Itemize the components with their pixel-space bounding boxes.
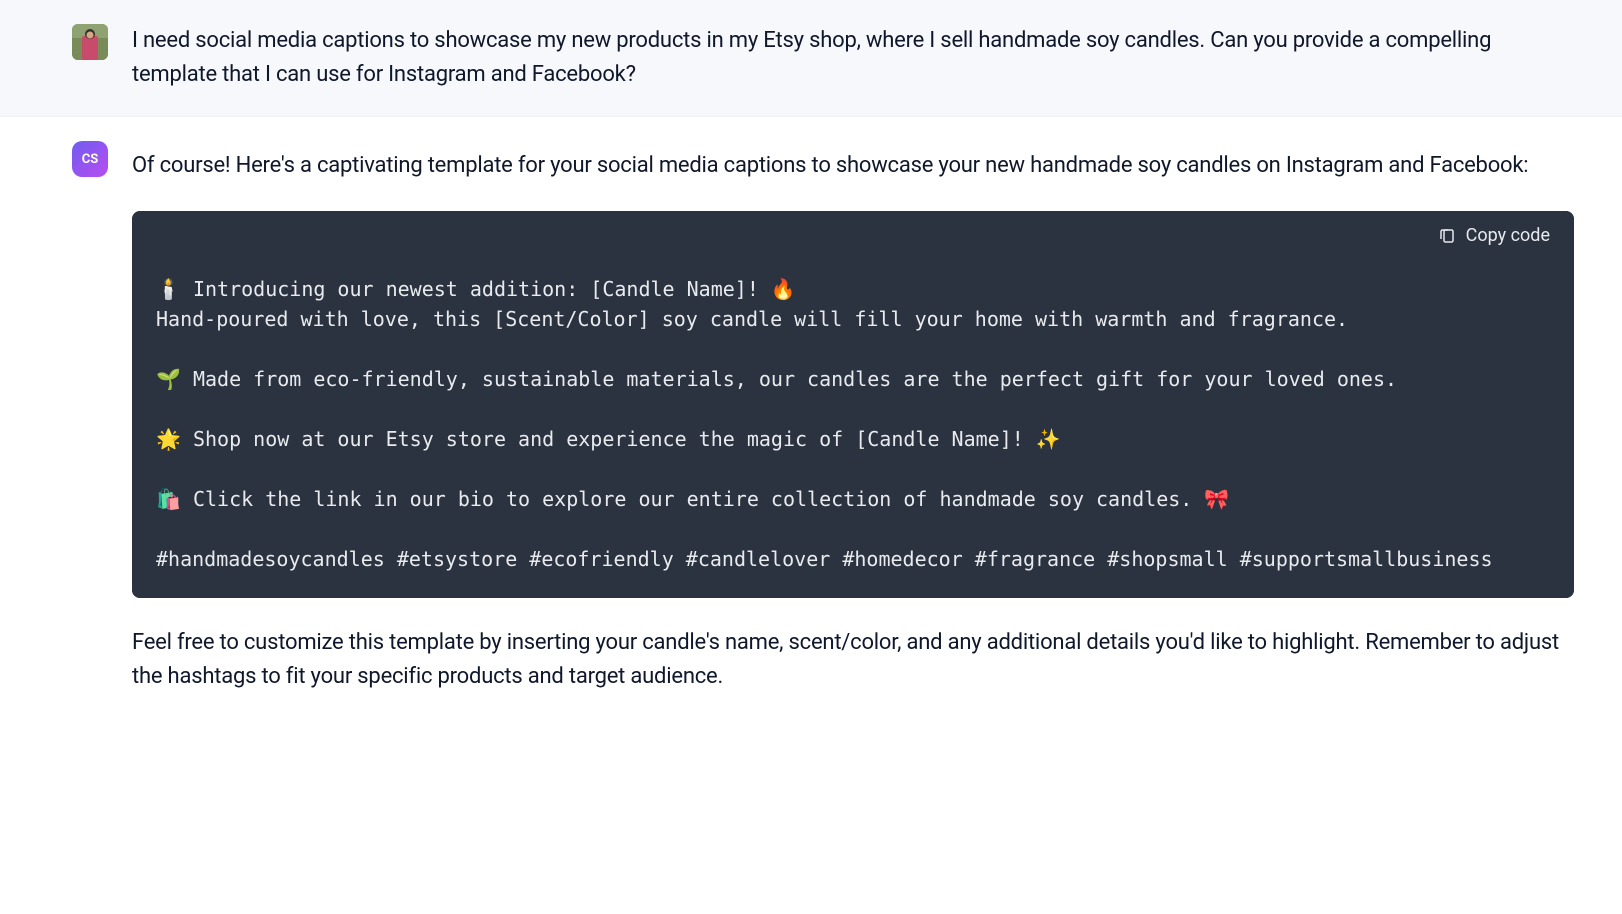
code-block: Copy code 🕯️ Introducing our newest addi…: [132, 211, 1574, 598]
user-message-text: I need social media captions to showcase…: [132, 24, 1574, 92]
assistant-intro-text: Of course! Here's a captivating template…: [132, 149, 1574, 183]
copy-code-button[interactable]: Copy code: [1438, 225, 1550, 246]
user-avatar: [72, 24, 108, 60]
user-message-content: I need social media captions to showcase…: [132, 24, 1574, 92]
code-scroll-area[interactable]: 🕯️ Introducing our newest addition: [Can…: [132, 260, 1574, 598]
clipboard-icon: [1438, 227, 1456, 245]
user-avatar-image: [72, 24, 108, 60]
copy-code-label: Copy code: [1466, 225, 1550, 246]
assistant-outro-text: Feel free to customize this template by …: [132, 626, 1574, 694]
code-block-header: Copy code: [132, 211, 1574, 260]
code-content: 🕯️ Introducing our newest addition: [Can…: [132, 260, 1574, 598]
assistant-message-content: Of course! Here's a captivating template…: [132, 149, 1574, 694]
assistant-avatar-label: CS: [82, 152, 99, 167]
assistant-message: CS Of course! Here's a captivating templ…: [0, 117, 1622, 718]
assistant-avatar: CS: [72, 141, 108, 177]
user-message: I need social media captions to showcase…: [0, 0, 1622, 117]
